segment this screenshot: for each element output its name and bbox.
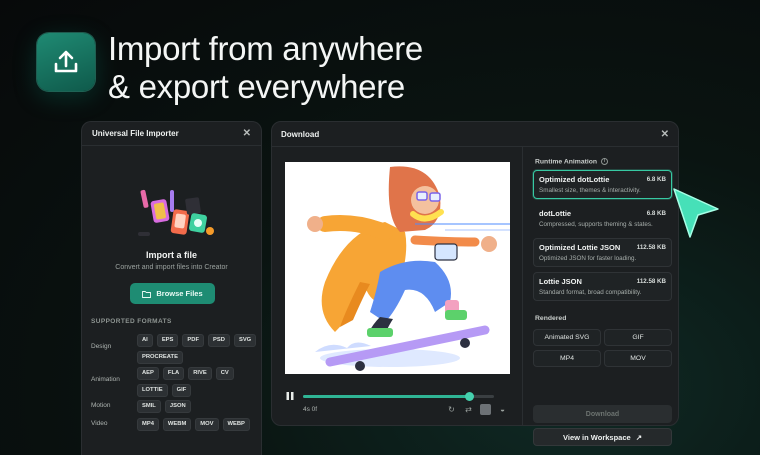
playback-scrubber[interactable]	[303, 392, 494, 401]
export-option-optimized-dotlottie[interactable]: Optimized dotLottie 6.8 KB Smallest size…	[533, 170, 672, 199]
browse-files-button[interactable]: Browse Files	[130, 283, 215, 304]
close-icon[interactable]: ✕	[243, 128, 251, 139]
rendered-mp4-button[interactable]: MP4	[533, 350, 601, 367]
playback-progress	[303, 395, 470, 398]
download-title: Download	[281, 129, 320, 139]
format-group-design: Design AI EPS PDF PSD SVG PROCREATE	[91, 334, 259, 364]
skateboarder-illustration	[307, 166, 510, 371]
view-in-workspace-label: View in Workspace	[563, 432, 631, 442]
format-chip: RIVE	[188, 367, 212, 380]
folder-icon	[142, 290, 152, 298]
format-chip: CV	[215, 367, 234, 380]
option-description: Optimized JSON for faster loading.	[539, 255, 637, 262]
import-title: Import a file	[145, 250, 197, 260]
format-chip: FLA	[162, 367, 185, 380]
pause-icon[interactable]	[285, 391, 295, 401]
loop-icon[interactable]: ⇄	[463, 404, 474, 415]
format-chip: PSD	[208, 334, 230, 347]
hero-title: Import from anywhere & export everywhere	[108, 30, 423, 106]
background-color-icon[interactable]	[480, 404, 491, 415]
runtime-animation-heading: Runtime Animation i	[535, 158, 608, 165]
format-group-label: Animation	[91, 376, 120, 383]
format-chip: PROCREATE	[137, 351, 183, 364]
format-group-label: Design	[91, 343, 112, 350]
format-group-animation: Animation AEP FLA RIVE CV LOTTIE GIF	[91, 367, 259, 397]
format-chip: AI	[137, 334, 153, 347]
format-chip: SMIL	[137, 400, 161, 413]
runtime-animation-label: Runtime Animation	[535, 158, 598, 166]
importer-title: Universal File Importer	[92, 129, 179, 138]
option-description: Smallest size, themes & interactivity.	[539, 187, 641, 194]
format-chip: AEP	[137, 367, 159, 380]
importer-header: Universal File Importer ✕	[82, 122, 261, 146]
option-description: Compressed, supports theming & states.	[539, 221, 653, 228]
download-panel: Download ✕ 4s 0f ↻ ⇄ ◒ Runtime Animation…	[271, 121, 679, 446]
format-group-label: Motion	[91, 402, 111, 409]
format-group-video: Video MP4 WEBM MOV WEBP	[91, 418, 259, 431]
format-chip: JSON	[164, 400, 191, 413]
format-chip: WEBP	[222, 418, 250, 431]
format-chip: MOV	[195, 418, 219, 431]
hero-title-line-2: & export everywhere	[108, 68, 405, 105]
export-option-dotlottie[interactable]: dotLottie 6.8 KB Compressed, supports th…	[533, 204, 672, 233]
external-link-icon: ↗	[635, 432, 642, 442]
cursor-arrow-icon	[673, 188, 719, 238]
download-header: Download ✕	[272, 122, 678, 147]
rendered-mov-button[interactable]: MOV	[604, 350, 672, 367]
animation-preview	[285, 162, 510, 374]
format-group-motion: Motion SMIL JSON	[91, 400, 259, 413]
playback-time: 4s 0f	[303, 406, 318, 413]
supported-formats-heading: SUPPORTED FORMATS	[91, 318, 172, 325]
rendered-animated-svg-button[interactable]: Animated SVG	[533, 329, 601, 346]
file-importer-panel: Universal File Importer ✕ Import a file …	[81, 121, 262, 455]
download-button[interactable]: Download	[533, 405, 672, 423]
format-chip: SVG	[233, 334, 257, 347]
export-option-lottie-json[interactable]: Lottie JSON 112.58 KB Standard format, b…	[533, 272, 672, 301]
reload-icon[interactable]: ↻	[446, 404, 457, 415]
export-option-optimized-lottie-json[interactable]: Optimized Lottie JSON 112.58 KB Optimize…	[533, 238, 672, 267]
format-chip: MP4	[137, 418, 159, 431]
format-chip: WEBM	[162, 418, 192, 431]
upload-icon	[37, 33, 95, 91]
import-subtitle: Convert and import files into Creator	[115, 264, 228, 271]
option-description: Standard format, broad compatibility.	[539, 289, 642, 296]
import-illustration	[138, 189, 214, 236]
option-size: 6.8 KB	[646, 176, 666, 183]
option-size: 112.58 KB	[636, 244, 666, 251]
scrubber-handle[interactable]	[464, 392, 474, 401]
view-in-workspace-button[interactable]: View in Workspace ↗	[533, 428, 672, 446]
info-icon[interactable]: i	[600, 158, 608, 165]
close-icon[interactable]: ✕	[661, 129, 669, 140]
format-chip: LOTTIE	[137, 384, 168, 397]
theme-icon[interactable]: ◒	[497, 404, 508, 415]
rendered-gif-button[interactable]: GIF	[604, 329, 672, 346]
export-options: Runtime Animation i Optimized dotLottie …	[522, 147, 679, 446]
rendered-heading: Rendered	[535, 315, 567, 322]
option-size: 112.58 KB	[636, 278, 666, 285]
option-size: 6.8 KB	[646, 210, 666, 217]
browse-files-label: Browse Files	[156, 289, 203, 298]
format-chip: EPS	[156, 334, 179, 347]
hero-title-line-1: Import from anywhere	[108, 30, 423, 67]
format-group-label: Video	[91, 420, 108, 427]
format-chip: PDF	[182, 334, 205, 347]
format-chip: GIF	[171, 384, 192, 397]
